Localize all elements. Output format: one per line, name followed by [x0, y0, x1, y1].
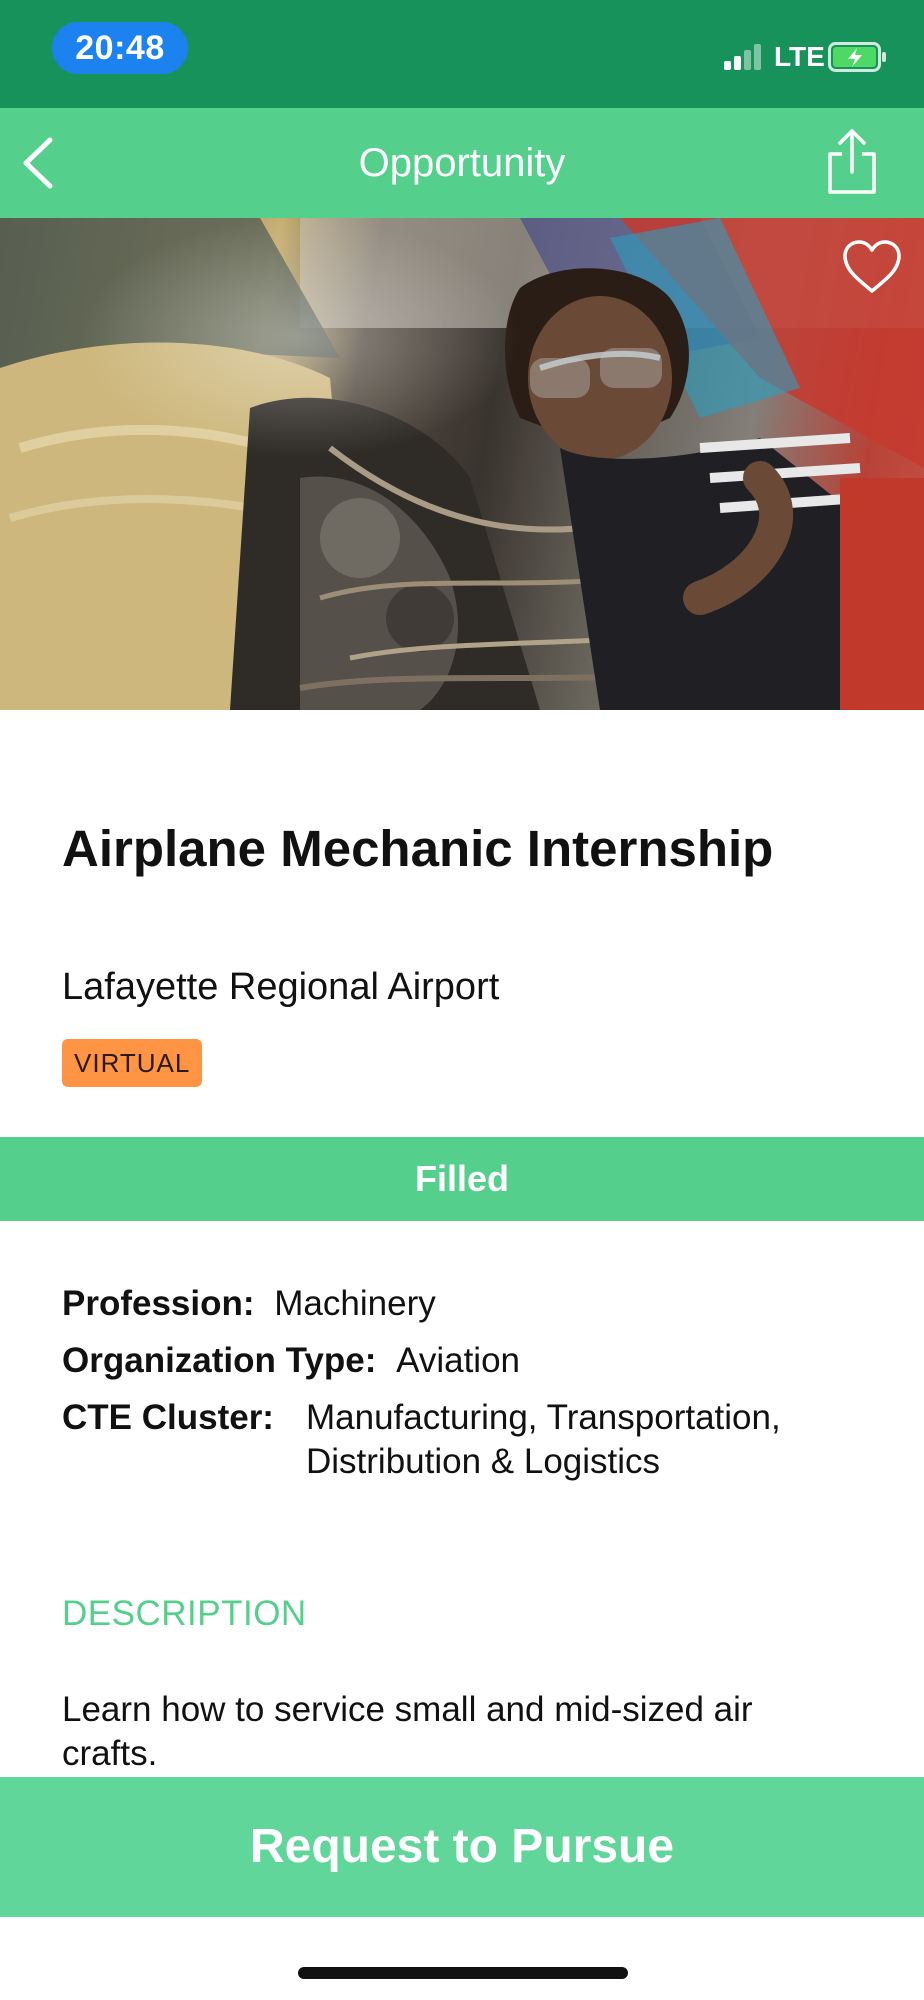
share-icon	[828, 129, 876, 194]
share-button[interactable]	[822, 128, 882, 198]
detail-value: Aviation	[396, 1341, 520, 1380]
opportunity-title: Airplane Mechanic Internship	[62, 820, 774, 877]
detail-profession: Profession: Machinery	[62, 1282, 436, 1326]
status-banner: Filled	[0, 1137, 924, 1221]
battery-charging-icon	[828, 42, 888, 72]
detail-organization-type: Organization Type: Aviation	[62, 1339, 520, 1383]
nav-bar: Opportunity	[0, 108, 924, 218]
description-heading: DESCRIPTION	[62, 1594, 307, 1633]
hero-image	[0, 218, 924, 710]
cellular-signal-icon	[724, 42, 764, 70]
status-time: 20:48	[52, 22, 188, 74]
organization-name: Lafayette Regional Airport	[62, 966, 500, 1008]
status-bar: 20:48 LTE	[0, 0, 924, 108]
heart-outline-icon	[843, 240, 901, 293]
home-indicator	[298, 1967, 628, 1979]
request-to-pursue-button[interactable]: Request to Pursue	[0, 1777, 924, 1917]
virtual-badge: VIRTUAL	[62, 1039, 203, 1087]
detail-label: Organization Type:	[62, 1341, 377, 1380]
detail-label: Profession:	[62, 1284, 255, 1323]
page-title: Opportunity	[358, 141, 566, 185]
detail-cte-label: CTE Cluster:	[62, 1398, 274, 1437]
detail-cte-value: Manufacturing, Transportation, Distribut…	[306, 1398, 781, 1481]
favorite-button[interactable]	[840, 238, 904, 296]
description-text: Learn how to service small and mid-sized…	[62, 1690, 753, 1773]
back-button[interactable]	[10, 126, 80, 200]
detail-value: Machinery	[274, 1284, 436, 1323]
network-type: LTE	[774, 41, 825, 72]
chevron-left-icon	[23, 137, 53, 189]
